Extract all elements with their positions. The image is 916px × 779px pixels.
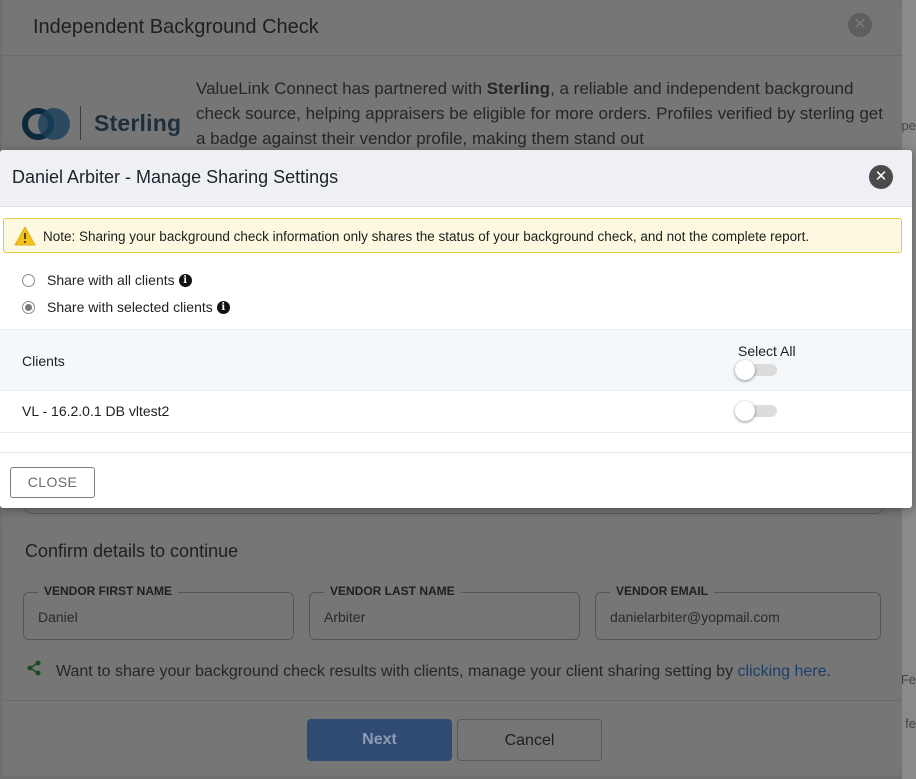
client-share-toggle[interactable]: [735, 401, 777, 421]
radio-share-selected[interactable]: Share with selected clients i: [22, 297, 230, 317]
warning-icon: [14, 226, 36, 246]
toggle-knob: [735, 401, 755, 421]
radio-share-selected-label[interactable]: Share with selected clients: [47, 299, 213, 315]
background-modal-footer: Next Cancel: [2, 700, 902, 776]
vendor-email-field[interactable]: VENDOR EMAIL danielarbiter@yopmail.com: [595, 584, 881, 640]
dialog-header: Daniel Arbiter - Manage Sharing Settings…: [0, 150, 912, 207]
toggle-knob: [735, 360, 755, 380]
intro-brand: Sterling: [486, 79, 551, 98]
next-button[interactable]: Next: [307, 719, 452, 761]
vendor-first-name-field[interactable]: VENDOR FIRST NAME Daniel: [23, 584, 294, 640]
dialog-title: Daniel Arbiter - Manage Sharing Settings: [12, 167, 339, 187]
radio-share-selected-control[interactable]: [22, 300, 35, 314]
background-modal-close-icon: ✕: [848, 13, 872, 37]
info-icon: i: [216, 300, 230, 314]
edge-text-2: Fe: [900, 672, 916, 687]
vendor-email-label: VENDOR EMAIL: [610, 584, 715, 598]
vendor-first-name-label: VENDOR FIRST NAME: [38, 584, 179, 598]
edge-text-1: pe: [901, 118, 916, 133]
cancel-button[interactable]: Cancel: [457, 719, 602, 761]
share-icon: [26, 660, 46, 681]
background-modal-title: Independent Background Check: [33, 16, 319, 38]
sterling-logo-text: Sterling: [94, 110, 182, 136]
radio-share-all-label[interactable]: Share with all clients: [47, 272, 175, 288]
column-header-clients: Clients: [22, 353, 65, 369]
client-name: VL - 16.2.0.1 DB vltest2: [22, 403, 170, 419]
radio-share-all-control[interactable]: [22, 273, 35, 287]
sharing-note: Note: Sharing your background check info…: [3, 218, 902, 253]
radio-share-all[interactable]: Share with all clients i: [22, 270, 192, 290]
dialog-close-icon[interactable]: ✕: [869, 165, 893, 189]
share-settings-line: Want to share your background check resu…: [26, 660, 831, 681]
vendor-email-value: danielarbiter@yopmail.com: [610, 609, 780, 625]
vendor-last-name-field[interactable]: VENDOR LAST NAME Arbiter: [309, 584, 580, 640]
clients-table-header: Clients Select All: [0, 329, 912, 391]
note-text: Note: Sharing your background check info…: [43, 229, 810, 244]
edge-text-3: fe: [905, 716, 916, 731]
background-intro-text: ValueLink Connect has partnered with Ste…: [196, 79, 883, 148]
vendor-last-name-value: Arbiter: [324, 609, 366, 625]
manage-sharing-dialog: Daniel Arbiter - Manage Sharing Settings…: [0, 150, 912, 508]
column-header-select-all: Select All: [738, 343, 796, 359]
background-modal-header: Independent Background Check ✕: [2, 0, 902, 56]
sterling-logo: Sterling: [22, 104, 182, 144]
dialog-footer: CLOSE: [0, 452, 912, 508]
table-row: VL - 16.2.0.1 DB vltest2: [0, 391, 912, 433]
info-icon: i: [178, 273, 192, 287]
confirm-heading: Confirm details to continue: [25, 541, 239, 561]
close-button[interactable]: CLOSE: [10, 467, 95, 498]
vendor-last-name-label: VENDOR LAST NAME: [324, 584, 461, 598]
vendor-first-name-value: Daniel: [38, 609, 78, 625]
select-all-toggle[interactable]: [735, 360, 777, 380]
clicking-here-link[interactable]: clicking here: [738, 663, 827, 680]
